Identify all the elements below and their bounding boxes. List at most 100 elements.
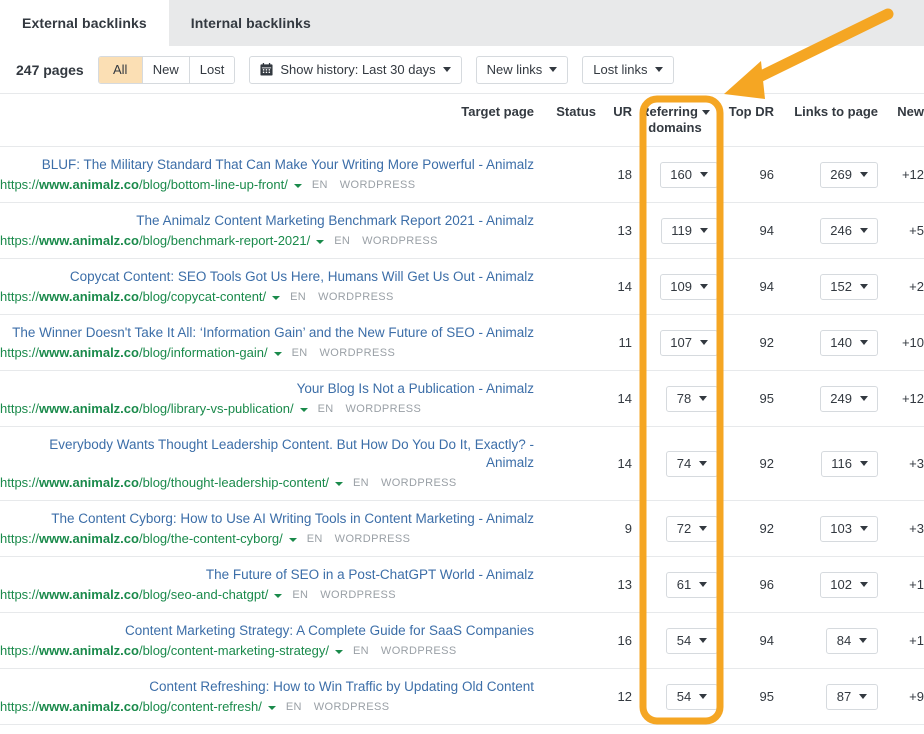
links-to-page-pill[interactable]: 152 [820,274,878,300]
url-chevron-down-icon[interactable] [294,184,302,188]
referring-domains-pill[interactable]: 109 [660,274,718,300]
table-row[interactable]: Content Refreshing: How to Win Traffic b… [0,669,924,725]
target-page-url[interactable]: https://www.animalz.co/blog/benchmark-re… [0,233,310,249]
chevron-down-icon [699,461,707,466]
target-page-url[interactable]: https://www.animalz.co/blog/the-content-… [0,531,283,547]
url-chevron-down-icon[interactable] [274,594,282,598]
links-to-page-pill[interactable]: 116 [821,451,878,477]
referring-domains-pill[interactable]: 160 [660,162,718,188]
column-header-links-to-page[interactable]: Links to page [774,94,878,147]
table-row[interactable]: BLUF: The Military Standard That Can Mak… [0,147,924,203]
url-chevron-down-icon[interactable] [274,352,282,356]
column-header-referring-domains[interactable]: Referring domains [632,94,718,147]
url-path: /blog/copycat-content/ [139,289,266,304]
column-header-top-dr[interactable]: Top DR [718,94,774,147]
calendar-icon [260,63,273,76]
table-row[interactable]: Content Marketing Strategy: A Complete G… [0,613,924,669]
links-to-page-pill[interactable]: 140 [820,330,878,356]
links-to-page-pill[interactable]: 249 [820,386,878,412]
links-to-page-pill[interactable]: 103 [820,516,878,542]
referring-domains-pill[interactable]: 54 [666,628,718,654]
cell-top-dr: 95 [718,371,774,427]
column-header-target-page[interactable]: Target page [0,94,534,147]
lost-links-button[interactable]: Lost links [582,56,673,84]
url-domain: www.animalz.co [39,177,139,192]
table-row[interactable]: The Animalz Content Marketing Benchmark … [0,203,924,259]
tab-internal-backlinks[interactable]: Internal backlinks [169,0,333,46]
link-state-segmented-control: All New Lost [98,56,236,84]
column-header-new[interactable]: New [878,94,924,147]
url-path: /blog/seo-and-chatgpt/ [139,587,268,602]
target-page-url-line: https://www.animalz.co/blog/library-vs-p… [0,401,534,417]
table-row[interactable]: The Winner Doesn't Take It All: ‘Informa… [0,315,924,371]
links-to-page-pill[interactable]: 269 [820,162,878,188]
url-chevron-down-icon[interactable] [272,296,280,300]
target-page-title-link[interactable]: Content Refreshing: How to Win Traffic b… [0,678,534,696]
url-chevron-down-icon[interactable] [289,538,297,542]
table-row[interactable]: The Content Cyborg: How to Use AI Writin… [0,501,924,557]
show-history-button[interactable]: Show history: Last 30 days [249,56,461,84]
target-page-title-link[interactable]: BLUF: The Military Standard That Can Mak… [0,156,534,174]
links-to-page-value: 140 [830,335,852,350]
referring-domains-pill[interactable]: 72 [666,516,718,542]
referring-domains-pill[interactable]: 107 [660,330,718,356]
url-chevron-down-icon[interactable] [268,706,276,710]
cell-new: +2 [878,259,924,315]
referring-domains-pill[interactable]: 54 [666,684,718,710]
target-page-url[interactable]: https://www.animalz.co/blog/information-… [0,345,268,361]
links-to-page-pill[interactable]: 246 [820,218,878,244]
column-header-ur[interactable]: UR [596,94,632,147]
target-page-title-link[interactable]: The Winner Doesn't Take It All: ‘Informa… [0,324,534,342]
links-to-page-pill[interactable]: 102 [820,572,878,598]
target-page-url[interactable]: https://www.animalz.co/blog/thought-lead… [0,475,329,491]
tab-external-backlinks-label: External backlinks [22,15,147,31]
url-path: /blog/information-gain/ [139,345,268,360]
links-to-page-pill[interactable]: 84 [826,628,878,654]
target-page-title-link[interactable]: The Content Cyborg: How to Use AI Writin… [0,510,534,528]
target-page-title-link[interactable]: Copycat Content: SEO Tools Got Us Here, … [0,268,534,286]
cell-target-page: The Future of SEO in a Post-ChatGPT Worl… [0,557,534,613]
links-to-page-value: 103 [830,521,852,536]
table-header-row: Target page Status UR Referring domains … [0,94,924,147]
table-row[interactable]: Copycat Content: SEO Tools Got Us Here, … [0,259,924,315]
table-row[interactable]: The Future of SEO in a Post-ChatGPT Worl… [0,557,924,613]
table-row[interactable]: Your Blog Is Not a Publication - Animalz… [0,371,924,427]
referring-domains-pill[interactable]: 119 [661,218,718,244]
url-chevron-down-icon[interactable] [300,408,308,412]
links-to-page-pill[interactable]: 87 [826,684,878,710]
referring-domains-pill[interactable]: 78 [666,386,718,412]
referring-domains-pill[interactable]: 61 [666,572,718,598]
new-links-button[interactable]: New links [476,56,569,84]
sort-chevron-down-icon[interactable] [702,110,710,115]
column-header-status[interactable]: Status [534,94,596,147]
url-domain: www.animalz.co [39,345,139,360]
target-page-title-link[interactable]: The Future of SEO in a Post-ChatGPT Worl… [0,566,534,584]
target-page-title-link[interactable]: The Animalz Content Marketing Benchmark … [0,212,534,230]
referring-domains-value: 72 [677,521,691,536]
target-page-url[interactable]: https://www.animalz.co/blog/copycat-cont… [0,289,266,305]
cell-referring-domains: 61 [632,557,718,613]
cell-referring-domains: 119 [632,203,718,259]
tab-external-backlinks[interactable]: External backlinks [0,0,169,46]
segment-new[interactable]: New [143,57,190,83]
url-chevron-down-icon[interactable] [335,482,343,486]
segment-all[interactable]: All [99,57,143,83]
target-page-url[interactable]: https://www.animalz.co/blog/seo-and-chat… [0,587,268,603]
target-page-title-link[interactable]: Your Blog Is Not a Publication - Animalz [0,380,534,398]
segment-lost[interactable]: Lost [190,57,235,83]
target-page-url[interactable]: https://www.animalz.co/blog/library-vs-p… [0,401,294,417]
table-row[interactable]: Everybody Wants Thought Leadership Conte… [0,427,924,501]
target-page-url[interactable]: https://www.animalz.co/blog/bottom-line-… [0,177,288,193]
target-page-title-link[interactable]: Content Marketing Strategy: A Complete G… [0,622,534,640]
url-chevron-down-icon[interactable] [335,650,343,654]
referring-domains-pill[interactable]: 74 [666,451,718,477]
backlinks-table: Target page Status UR Referring domains … [0,94,924,725]
cell-target-page: Content Marketing Strategy: A Complete G… [0,613,534,669]
target-page-title-link[interactable]: Everybody Wants Thought Leadership Conte… [0,436,534,472]
url-chevron-down-icon[interactable] [316,240,324,244]
target-page-url[interactable]: https://www.animalz.co/blog/content-mark… [0,643,329,659]
cell-status [534,259,596,315]
target-page-url[interactable]: https://www.animalz.co/blog/content-refr… [0,699,262,715]
cms-badge: WORDPRESS [381,475,457,491]
cell-target-page: Your Blog Is Not a Publication - Animalz… [0,371,534,427]
